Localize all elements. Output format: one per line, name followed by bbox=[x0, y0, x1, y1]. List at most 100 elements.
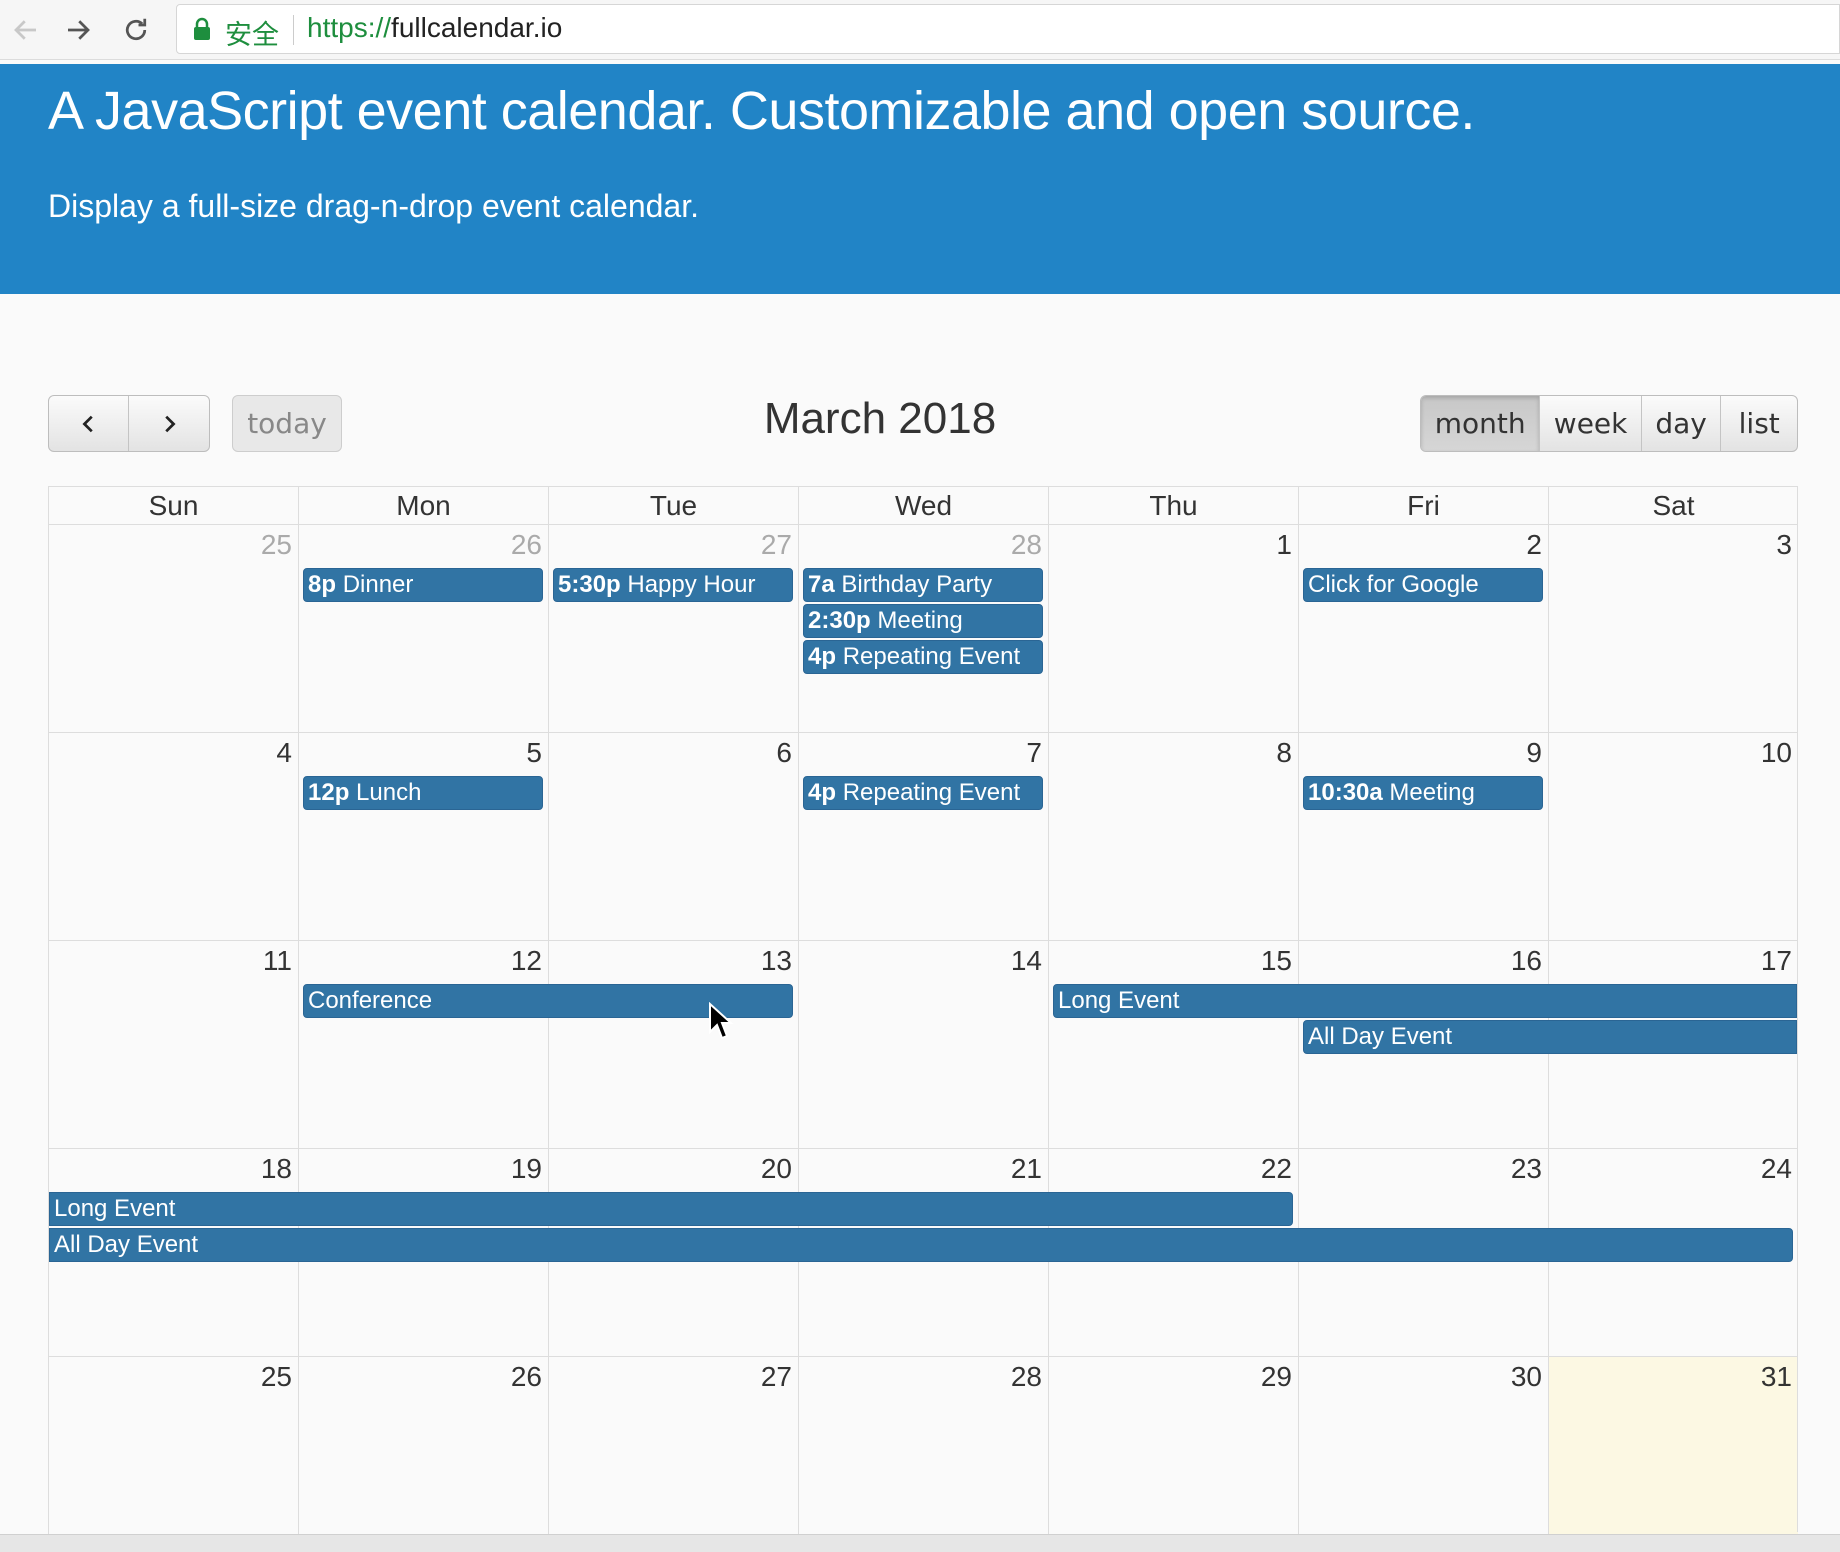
calendar-event[interactable]: 5:30p Happy Hour bbox=[553, 568, 793, 602]
day-cell[interactable]: 13 bbox=[548, 940, 798, 1148]
day-cell[interactable]: 28 bbox=[798, 1356, 1048, 1552]
status-bar bbox=[0, 1534, 1840, 1552]
day-number: 31 bbox=[1760, 1361, 1792, 1392]
day-cell[interactable]: 25 bbox=[48, 524, 298, 732]
day-number: 22 bbox=[1260, 1153, 1292, 1184]
event-title: Meeting bbox=[877, 607, 963, 634]
weekday-header-sun: Sun bbox=[48, 486, 298, 524]
day-number: 11 bbox=[262, 945, 292, 976]
calendar-event[interactable]: All Day Event bbox=[49, 1228, 1793, 1262]
view-day-button[interactable]: day bbox=[1642, 396, 1722, 451]
weekday-header-tue: Tue bbox=[548, 486, 798, 524]
reload-icon bbox=[125, 18, 147, 41]
event-title: Conference bbox=[308, 987, 433, 1014]
day-number: 1 bbox=[1276, 529, 1292, 560]
day-cell[interactable]: 4 bbox=[48, 732, 298, 940]
address-bar[interactable]: 安全 https://fullcalendar.io bbox=[176, 4, 1840, 54]
day-cell[interactable]: 3 bbox=[1548, 524, 1798, 732]
browser-toolbar: 安全 https://fullcalendar.io bbox=[0, 0, 1840, 60]
event-title: Lunch bbox=[356, 779, 422, 806]
calendar-event[interactable]: Click for Google bbox=[1303, 568, 1543, 602]
view-month-button[interactable]: month bbox=[1421, 396, 1541, 451]
reload-button[interactable] bbox=[114, 8, 158, 52]
day-cell[interactable]: 29 bbox=[1048, 1356, 1298, 1552]
day-cell[interactable]: 11 bbox=[48, 940, 298, 1148]
calendar-event[interactable]: 12p Lunch bbox=[303, 776, 543, 810]
day-cell[interactable]: 27 bbox=[548, 1356, 798, 1552]
url-scheme: https:// bbox=[307, 12, 392, 43]
day-cell[interactable]: 26 bbox=[298, 1356, 548, 1552]
event-title: Dinner bbox=[342, 571, 414, 598]
event-time: 5:30p bbox=[558, 571, 621, 598]
day-number: 18 bbox=[260, 1153, 292, 1184]
event-time: 10:30a bbox=[1308, 779, 1383, 806]
day-cell[interactable]: 10 bbox=[1548, 732, 1798, 940]
event-time: 4p bbox=[808, 779, 837, 806]
url-host: fullcalendar.io bbox=[391, 12, 563, 43]
day-cell[interactable]: 31 bbox=[1548, 1356, 1798, 1552]
hero-title: A JavaScript event calendar. Customizabl… bbox=[48, 81, 1475, 141]
day-cell[interactable]: 14 bbox=[798, 940, 1048, 1148]
calendar-event[interactable]: 2:30p Meeting bbox=[803, 604, 1043, 638]
day-number: 10 bbox=[1760, 737, 1792, 768]
weekday-header-mon: Mon bbox=[298, 486, 548, 524]
day-number: 28 bbox=[1010, 529, 1042, 560]
next-button[interactable] bbox=[129, 396, 209, 451]
day-number: 29 bbox=[1260, 1361, 1292, 1392]
calendar-event[interactable]: 4p Repeating Event bbox=[803, 640, 1043, 674]
day-cell[interactable]: 30 bbox=[1298, 1356, 1548, 1552]
event-title: Click for Google bbox=[1308, 571, 1479, 598]
day-number: 15 bbox=[1260, 945, 1292, 976]
calendar-event[interactable]: 7a Birthday Party bbox=[803, 568, 1043, 602]
weekday-header-fri: Fri bbox=[1298, 486, 1548, 524]
day-cell[interactable]: 26 bbox=[298, 524, 548, 732]
event-title: Happy Hour bbox=[627, 571, 756, 598]
day-number: 23 bbox=[1510, 1153, 1542, 1184]
view-week-button[interactable]: week bbox=[1540, 396, 1642, 451]
url-separator bbox=[293, 15, 294, 45]
day-number: 4 bbox=[276, 737, 292, 768]
today-button[interactable]: today bbox=[232, 395, 342, 452]
event-title: All Day Event bbox=[54, 1231, 199, 1258]
forward-button[interactable] bbox=[56, 8, 100, 52]
day-number: 26 bbox=[510, 1361, 542, 1392]
month-grid: Sun Mon Tue Wed Thu Fri Sat 25 26 27 28 1 2 3 4 5 6 7 8 9 10… bbox=[48, 486, 1798, 1552]
prev-button[interactable] bbox=[49, 396, 129, 451]
calendar-event[interactable]: All Day Event bbox=[1303, 1020, 1797, 1054]
day-cell[interactable]: 9 bbox=[1298, 732, 1548, 940]
day-cell[interactable]: 25 bbox=[48, 1356, 298, 1552]
day-cell[interactable]: 8 bbox=[1048, 732, 1298, 940]
day-cell[interactable]: 1 bbox=[1048, 524, 1298, 732]
day-number: 6 bbox=[776, 737, 792, 768]
calendar-event[interactable]: 8p Dinner bbox=[303, 568, 543, 602]
day-number: 21 bbox=[1010, 1153, 1042, 1184]
day-cell[interactable]: 2 bbox=[1298, 524, 1548, 732]
back-button[interactable] bbox=[4, 8, 48, 52]
day-number: 26 bbox=[510, 529, 542, 560]
day-number: 16 bbox=[1510, 945, 1542, 976]
calendar-event[interactable]: 4p Repeating Event bbox=[803, 776, 1043, 810]
calendar-event[interactable]: Long Event bbox=[49, 1192, 1293, 1226]
day-number: 28 bbox=[1010, 1361, 1042, 1392]
calendar-title: March 2018 bbox=[763, 394, 997, 443]
day-cell[interactable]: 7 bbox=[798, 732, 1048, 940]
weekday-header-thu: Thu bbox=[1048, 486, 1298, 524]
day-number: 8 bbox=[1276, 737, 1292, 768]
day-cell[interactable]: 5 bbox=[298, 732, 548, 940]
chevron-right-icon bbox=[165, 415, 176, 432]
day-number: 17 bbox=[1760, 945, 1792, 976]
event-title: Long Event bbox=[54, 1195, 176, 1222]
day-number: 20 bbox=[760, 1153, 792, 1184]
view-switcher: month week day list bbox=[1420, 395, 1798, 452]
calendar-event[interactable]: 10:30a Meeting bbox=[1303, 776, 1543, 810]
day-cell[interactable]: 15 bbox=[1048, 940, 1298, 1148]
day-cell[interactable]: 6 bbox=[548, 732, 798, 940]
secure-label: 安全 bbox=[225, 20, 279, 51]
day-cell[interactable]: 12 bbox=[298, 940, 548, 1148]
hero-banner: A JavaScript event calendar. Customizabl… bbox=[0, 64, 1840, 294]
calendar-event[interactable]: Long Event bbox=[1053, 984, 1797, 1018]
view-list-button[interactable]: list bbox=[1721, 396, 1797, 451]
day-number: 30 bbox=[1510, 1361, 1542, 1392]
day-cell[interactable]: 27 bbox=[548, 524, 798, 732]
url-text: https://fullcalendar.io bbox=[307, 12, 562, 44]
